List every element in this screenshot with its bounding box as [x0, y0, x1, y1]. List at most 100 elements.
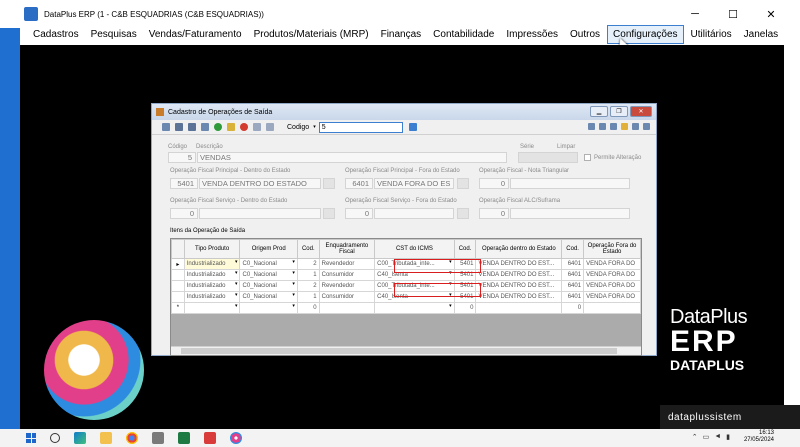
cell-cod[interactable]: 0	[296, 302, 320, 314]
menu-item-utilit-rios[interactable]: Utilitários	[686, 26, 737, 43]
clock[interactable]: 16:13 27/05/2024	[744, 430, 774, 444]
menu-item-cadastros[interactable]: Cadastros	[28, 26, 84, 43]
chevron-up-icon[interactable]: ⌃	[692, 433, 698, 441]
chevron-down-icon[interactable]: ▾	[235, 293, 238, 299]
nota-triangular-desc[interactable]	[510, 178, 630, 189]
edge-icon[interactable]	[74, 432, 86, 444]
tool-icon-4[interactable]	[632, 123, 639, 130]
anydesk-icon[interactable]	[204, 432, 216, 444]
chrome-icon[interactable]	[126, 432, 138, 444]
menu-item-outros[interactable]: Outros	[565, 26, 605, 43]
network-icon[interactable]: ▭	[703, 433, 710, 441]
cell-op_dentro[interactable]: VENDA DENTRO DO EST...	[475, 280, 563, 292]
cell-cod3[interactable]: 6401	[561, 280, 585, 292]
serv-fora-lookup[interactable]	[457, 208, 469, 219]
chevron-down-icon[interactable]: ▾	[292, 271, 295, 277]
cell-op_dentro[interactable]: VENDA DENTRO DO EST...	[475, 291, 563, 303]
op-fora-code[interactable]: 6401	[345, 178, 373, 189]
search-go-icon[interactable]	[408, 123, 417, 131]
windows-start-icon[interactable]	[26, 433, 36, 443]
codigo-search-input[interactable]: 5	[318, 121, 403, 133]
codigo-field[interactable]: 5	[168, 152, 196, 163]
cell-origem[interactable]: C0_Nacional ▾	[239, 258, 298, 270]
search-icon[interactable]	[50, 433, 60, 443]
note-icon[interactable]	[621, 123, 628, 130]
row-marker[interactable]	[171, 280, 185, 292]
edit-icon[interactable]	[227, 123, 235, 131]
battery-icon[interactable]: ▮	[726, 433, 730, 441]
chevron-down-icon[interactable]: ▾	[235, 260, 238, 266]
dialog-close-icon[interactable]: ✕	[630, 106, 652, 117]
chevron-down-icon[interactable]: ▾	[235, 304, 238, 310]
cell-cod2[interactable]: 0	[453, 302, 477, 314]
cell-op_fora[interactable]: VENDA FORA DO	[583, 258, 641, 270]
cell-op_fora[interactable]: VENDA FORA DO	[583, 280, 641, 292]
chevron-down-icon[interactable]: ▾	[292, 293, 295, 299]
print-icon[interactable]	[266, 123, 274, 131]
cell-cod[interactable]: 1	[296, 291, 320, 303]
first-record-icon[interactable]	[162, 123, 170, 131]
cell-tipo[interactable]: Industrializado ▾	[183, 258, 241, 270]
serv-dentro-code[interactable]: 0	[170, 208, 198, 219]
cell-cod3[interactable]: 0	[561, 302, 585, 314]
serv-dentro-desc[interactable]	[199, 208, 321, 219]
chevron-down-icon[interactable]: ▾	[292, 282, 295, 288]
tool-icon-1[interactable]	[588, 123, 595, 130]
menu-item-pesquisas[interactable]: Pesquisas	[86, 26, 142, 43]
serv-fora-code[interactable]: 0	[345, 208, 373, 219]
grid-horizontal-scrollbar[interactable]	[171, 346, 641, 355]
serv-fora-desc[interactable]	[374, 208, 454, 219]
chevron-down-icon[interactable]: ▾	[235, 271, 238, 277]
cell-enq[interactable]: Consumidor	[318, 269, 376, 281]
menu-item-vendas-faturamento[interactable]: Vendas/Faturamento	[144, 26, 247, 43]
col-header[interactable]: Origem Prod	[239, 239, 298, 259]
cell-origem[interactable]: C0_Nacional ▾	[239, 269, 298, 281]
cell-cod3[interactable]: 6401	[561, 291, 585, 303]
cell-op_dentro[interactable]: VENDA DENTRO DO EST...	[475, 269, 563, 281]
op-fora-lookup[interactable]	[457, 178, 469, 189]
row-marker[interactable]: ▸	[171, 258, 185, 270]
row-marker[interactable]: *	[171, 302, 185, 314]
menu-item-produtos-materiais-mrp-[interactable]: Produtos/Materiais (MRP)	[249, 26, 374, 43]
cell-cst[interactable]: ▾	[374, 302, 455, 314]
table-row[interactable]: * ▾ ▾ 0 ▾ 0 0	[171, 302, 641, 314]
col-header[interactable]: Cod.	[561, 239, 585, 259]
cell-origem[interactable]: C0_Nacional ▾	[239, 280, 298, 292]
cell-op_fora[interactable]	[583, 302, 641, 314]
col-header[interactable]: Enquadramento Fiscal	[318, 239, 376, 259]
chevron-down-icon[interactable]: ▾	[449, 304, 452, 310]
menu-item-impress-es[interactable]: Impressões	[501, 26, 563, 43]
menu-item-contabilidade[interactable]: Contabilidade	[428, 26, 499, 43]
serv-dentro-lookup[interactable]	[323, 208, 335, 219]
tool-icon-5[interactable]	[643, 123, 650, 130]
excel-icon[interactable]	[178, 432, 190, 444]
cell-tipo[interactable]: ▾	[183, 302, 241, 314]
cell-origem[interactable]: C0_Nacional ▾	[239, 291, 298, 303]
cell-cod[interactable]: 2	[296, 280, 320, 292]
cell-origem[interactable]: ▾	[239, 302, 298, 314]
menu-item-janelas[interactable]: Janelas	[739, 26, 783, 43]
delete-icon[interactable]	[240, 123, 248, 131]
file-explorer-icon[interactable]	[100, 432, 112, 444]
dataplus-taskbar-icon[interactable]	[230, 432, 242, 444]
chevron-down-icon[interactable]: ▾	[292, 260, 295, 266]
cell-op_fora[interactable]: VENDA FORA DO	[583, 291, 641, 303]
volume-icon[interactable]: ◄	[714, 433, 721, 441]
col-header[interactable]: Tipo Produto	[183, 239, 241, 259]
last-record-icon[interactable]	[201, 123, 209, 131]
nota-triangular-code[interactable]: 0	[479, 178, 509, 189]
op-dentro-code[interactable]: 5401	[170, 178, 198, 189]
descricao-field[interactable]: VENDAS	[197, 152, 507, 163]
col-header[interactable]: CST do ICMS	[374, 239, 455, 259]
add-icon[interactable]	[214, 123, 222, 131]
op-fora-desc[interactable]: VENDA FORA DO ES	[374, 178, 454, 189]
cell-tipo[interactable]: Industrializado ▾	[183, 269, 241, 281]
scrollbar-thumb[interactable]	[181, 348, 617, 354]
cell-cod3[interactable]: 6401	[561, 258, 585, 270]
cell-enq[interactable]: Consumidor	[318, 291, 376, 303]
col-header[interactable]: Operação dentro do Estado	[475, 239, 563, 259]
dialog-minimize-icon[interactable]: ▁	[590, 106, 608, 117]
col-header[interactable]: Cod.	[296, 239, 320, 259]
serie-select[interactable]	[518, 152, 578, 163]
op-dentro-desc[interactable]: VENDA DENTRO DO ESTADO	[199, 178, 321, 189]
